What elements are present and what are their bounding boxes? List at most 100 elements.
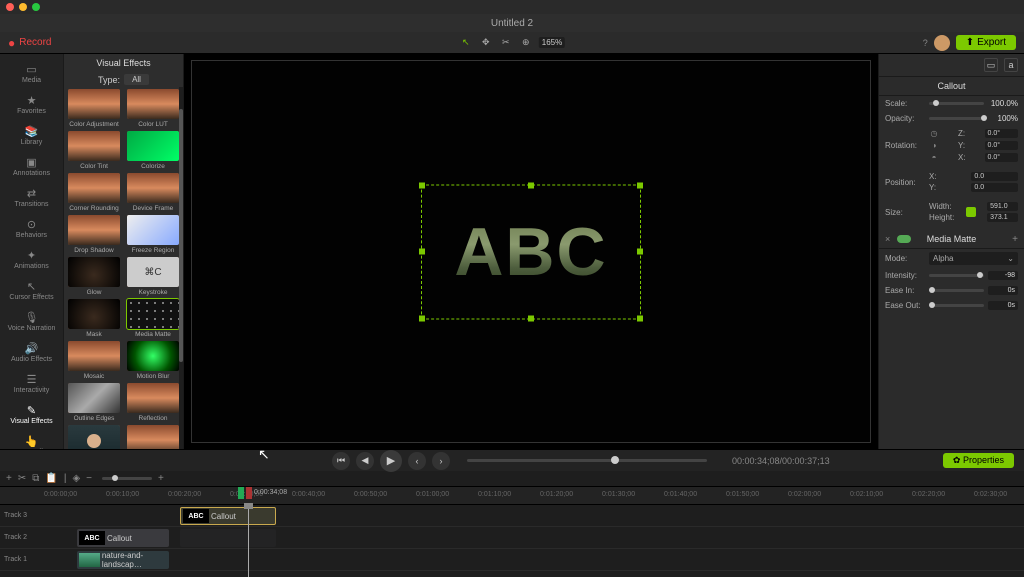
fx-mask[interactable]: Mask bbox=[66, 299, 122, 338]
fx-device-frame[interactable]: Device Frame bbox=[125, 173, 181, 212]
tl-cut-icon[interactable]: ✂ bbox=[18, 473, 26, 484]
in-point-marker[interactable] bbox=[238, 487, 244, 499]
selection-box[interactable] bbox=[421, 184, 641, 319]
play-button[interactable]: ▶ bbox=[380, 450, 402, 472]
fx-sepia[interactable]: Sepia bbox=[125, 425, 181, 449]
clip-video[interactable]: nature-and-landscap… bbox=[77, 551, 169, 569]
track-1-lane[interactable]: nature-and-landscap… bbox=[44, 549, 1024, 570]
properties-visual-tab-icon[interactable]: ▭ bbox=[984, 58, 998, 72]
fx-keystroke[interactable]: ⌘CKeystroke bbox=[125, 257, 181, 296]
opacity-value[interactable]: 100% bbox=[988, 114, 1018, 123]
effects-scrollbar[interactable] bbox=[179, 87, 183, 449]
tl-zoom-slider[interactable] bbox=[102, 477, 152, 480]
nav-interactivity[interactable]: ☰Interactivity bbox=[0, 368, 63, 399]
record-button[interactable]: Record bbox=[8, 36, 52, 50]
fx-freeze-region[interactable]: Freeze Region bbox=[125, 215, 181, 254]
arrow-tool-icon[interactable]: ↖ bbox=[459, 36, 473, 50]
close-window-btn[interactable] bbox=[6, 3, 14, 11]
media-matte-add-icon[interactable]: + bbox=[1012, 234, 1018, 245]
tl-zoom-out-icon[interactable]: − bbox=[86, 473, 92, 484]
fx-reflection[interactable]: Reflection bbox=[125, 383, 181, 422]
export-button[interactable]: ⬆ Export bbox=[956, 35, 1016, 50]
rotation-y-value[interactable]: 0.0° bbox=[985, 141, 1019, 150]
playhead[interactable] bbox=[248, 505, 249, 577]
playback-scrubber[interactable] bbox=[467, 459, 707, 462]
position-y-value[interactable]: 0.0 bbox=[971, 183, 1018, 192]
matte-easein-value[interactable]: 0s bbox=[988, 286, 1018, 295]
media-matte-remove-icon[interactable]: × bbox=[885, 234, 890, 244]
fx-corner-rounding[interactable]: Corner Rounding bbox=[66, 173, 122, 212]
prev-frame-button[interactable]: ⏮ bbox=[332, 452, 350, 470]
nav-library[interactable]: 📚Library bbox=[0, 120, 63, 151]
tl-copy-icon[interactable]: ⧉ bbox=[32, 473, 39, 484]
matte-intensity-slider[interactable] bbox=[929, 274, 984, 277]
track-2-lane[interactable]: ABC Callout bbox=[44, 527, 1024, 548]
clip-callout-selected[interactable]: ABC Callout bbox=[180, 507, 276, 525]
size-width-value[interactable]: 591.0 bbox=[987, 202, 1018, 211]
hand-tool-icon[interactable]: ✥ bbox=[479, 36, 493, 50]
tl-paste-icon[interactable]: 📋 bbox=[45, 473, 57, 484]
fx-remove-a-color[interactable]: Remove a Color bbox=[66, 425, 122, 449]
scale-value[interactable]: 100.0% bbox=[988, 99, 1018, 108]
fx-color-adjustment[interactable]: Color Adjustment bbox=[66, 89, 122, 128]
minimize-window-btn[interactable] bbox=[19, 3, 27, 11]
fx-motion-blur[interactable]: Motion Blur bbox=[125, 341, 181, 380]
rotation-y-icon[interactable]: ◑ bbox=[929, 140, 939, 150]
size-link-icon[interactable] bbox=[966, 207, 976, 217]
tl-add-track-icon[interactable]: + bbox=[6, 473, 12, 484]
track-1-label[interactable]: Track 1 bbox=[0, 556, 44, 563]
canvas-area[interactable]: ABC bbox=[184, 54, 878, 449]
nav-transitions[interactable]: ⇄Transitions bbox=[0, 182, 63, 213]
nav-behaviors[interactable]: ⊙Behaviors bbox=[0, 213, 63, 244]
nav-favorites[interactable]: ★Favorites bbox=[0, 89, 63, 120]
tl-marker-icon[interactable]: ◈ bbox=[72, 473, 80, 484]
nav-media[interactable]: ▭Media bbox=[0, 58, 63, 89]
fx-glow[interactable]: Glow bbox=[66, 257, 122, 296]
zoom-percentage[interactable]: 165% bbox=[539, 37, 565, 48]
track-3-label[interactable]: Track 3 bbox=[0, 512, 44, 519]
nav-visual-effects[interactable]: ✎Visual Effects bbox=[0, 399, 63, 430]
notifications-icon[interactable]: ? bbox=[923, 38, 928, 48]
fx-mosaic[interactable]: Mosaic bbox=[66, 341, 122, 380]
rotation-z-icon[interactable]: ◷ bbox=[929, 128, 939, 138]
fx-drop-shadow[interactable]: Drop Shadow bbox=[66, 215, 122, 254]
track-3-lane[interactable]: ABC Callout bbox=[44, 505, 1024, 526]
position-x-value[interactable]: 0.0 bbox=[971, 172, 1018, 181]
out-point-marker[interactable] bbox=[246, 487, 252, 499]
nav-cursor-effects[interactable]: ↖Cursor Effects bbox=[0, 275, 63, 306]
next-frame-button[interactable]: › bbox=[432, 452, 450, 470]
rotation-x-icon[interactable]: ◓ bbox=[929, 152, 939, 162]
media-matte-toggle[interactable] bbox=[897, 235, 911, 243]
matte-easeout-slider[interactable] bbox=[929, 304, 984, 307]
tl-split-icon[interactable]: | bbox=[64, 473, 67, 484]
nav-voice-narration[interactable]: 🎙Voice Narration bbox=[0, 306, 63, 337]
step-fwd-button[interactable]: ‹ bbox=[408, 452, 426, 470]
clip-ghost[interactable] bbox=[180, 529, 276, 547]
matte-easein-slider[interactable] bbox=[929, 289, 984, 292]
rotation-x-value[interactable]: 0.0° bbox=[985, 153, 1019, 162]
rotation-z-value[interactable]: 0.0° bbox=[985, 129, 1019, 138]
magnify-tool-icon[interactable]: ⊕ bbox=[519, 36, 533, 50]
tl-zoom-in-icon[interactable]: + bbox=[158, 473, 164, 484]
properties-button[interactable]: ✿ Properties bbox=[943, 453, 1014, 468]
fx-media-matte[interactable]: Media Matte bbox=[125, 299, 181, 338]
fx-colorize[interactable]: Colorize bbox=[125, 131, 181, 170]
scale-slider[interactable] bbox=[929, 102, 984, 105]
track-2-label[interactable]: Track 2 bbox=[0, 534, 44, 541]
canvas-stage[interactable]: ABC bbox=[191, 60, 871, 443]
fx-color-lut[interactable]: Color LUT bbox=[125, 89, 181, 128]
maximize-window-btn[interactable] bbox=[32, 3, 40, 11]
matte-easeout-value[interactable]: 0s bbox=[988, 301, 1018, 310]
crop-tool-icon[interactable]: ✂ bbox=[499, 36, 513, 50]
fx-outline-edges[interactable]: Outline Edges bbox=[66, 383, 122, 422]
size-height-value[interactable]: 373.1 bbox=[987, 213, 1018, 222]
effects-type-select[interactable]: All bbox=[124, 74, 149, 85]
matte-intensity-value[interactable]: -98 bbox=[988, 271, 1018, 280]
nav-audio-effects[interactable]: 🔊Audio Effects bbox=[0, 337, 63, 368]
matte-mode-select[interactable]: Alpha⌄ bbox=[929, 252, 1018, 265]
nav-animations[interactable]: ✦Animations bbox=[0, 244, 63, 275]
user-avatar[interactable] bbox=[934, 35, 950, 51]
step-back-button[interactable]: ◀ bbox=[356, 452, 374, 470]
nav-annotations[interactable]: ▣Annotations bbox=[0, 151, 63, 182]
opacity-slider[interactable] bbox=[929, 117, 984, 120]
